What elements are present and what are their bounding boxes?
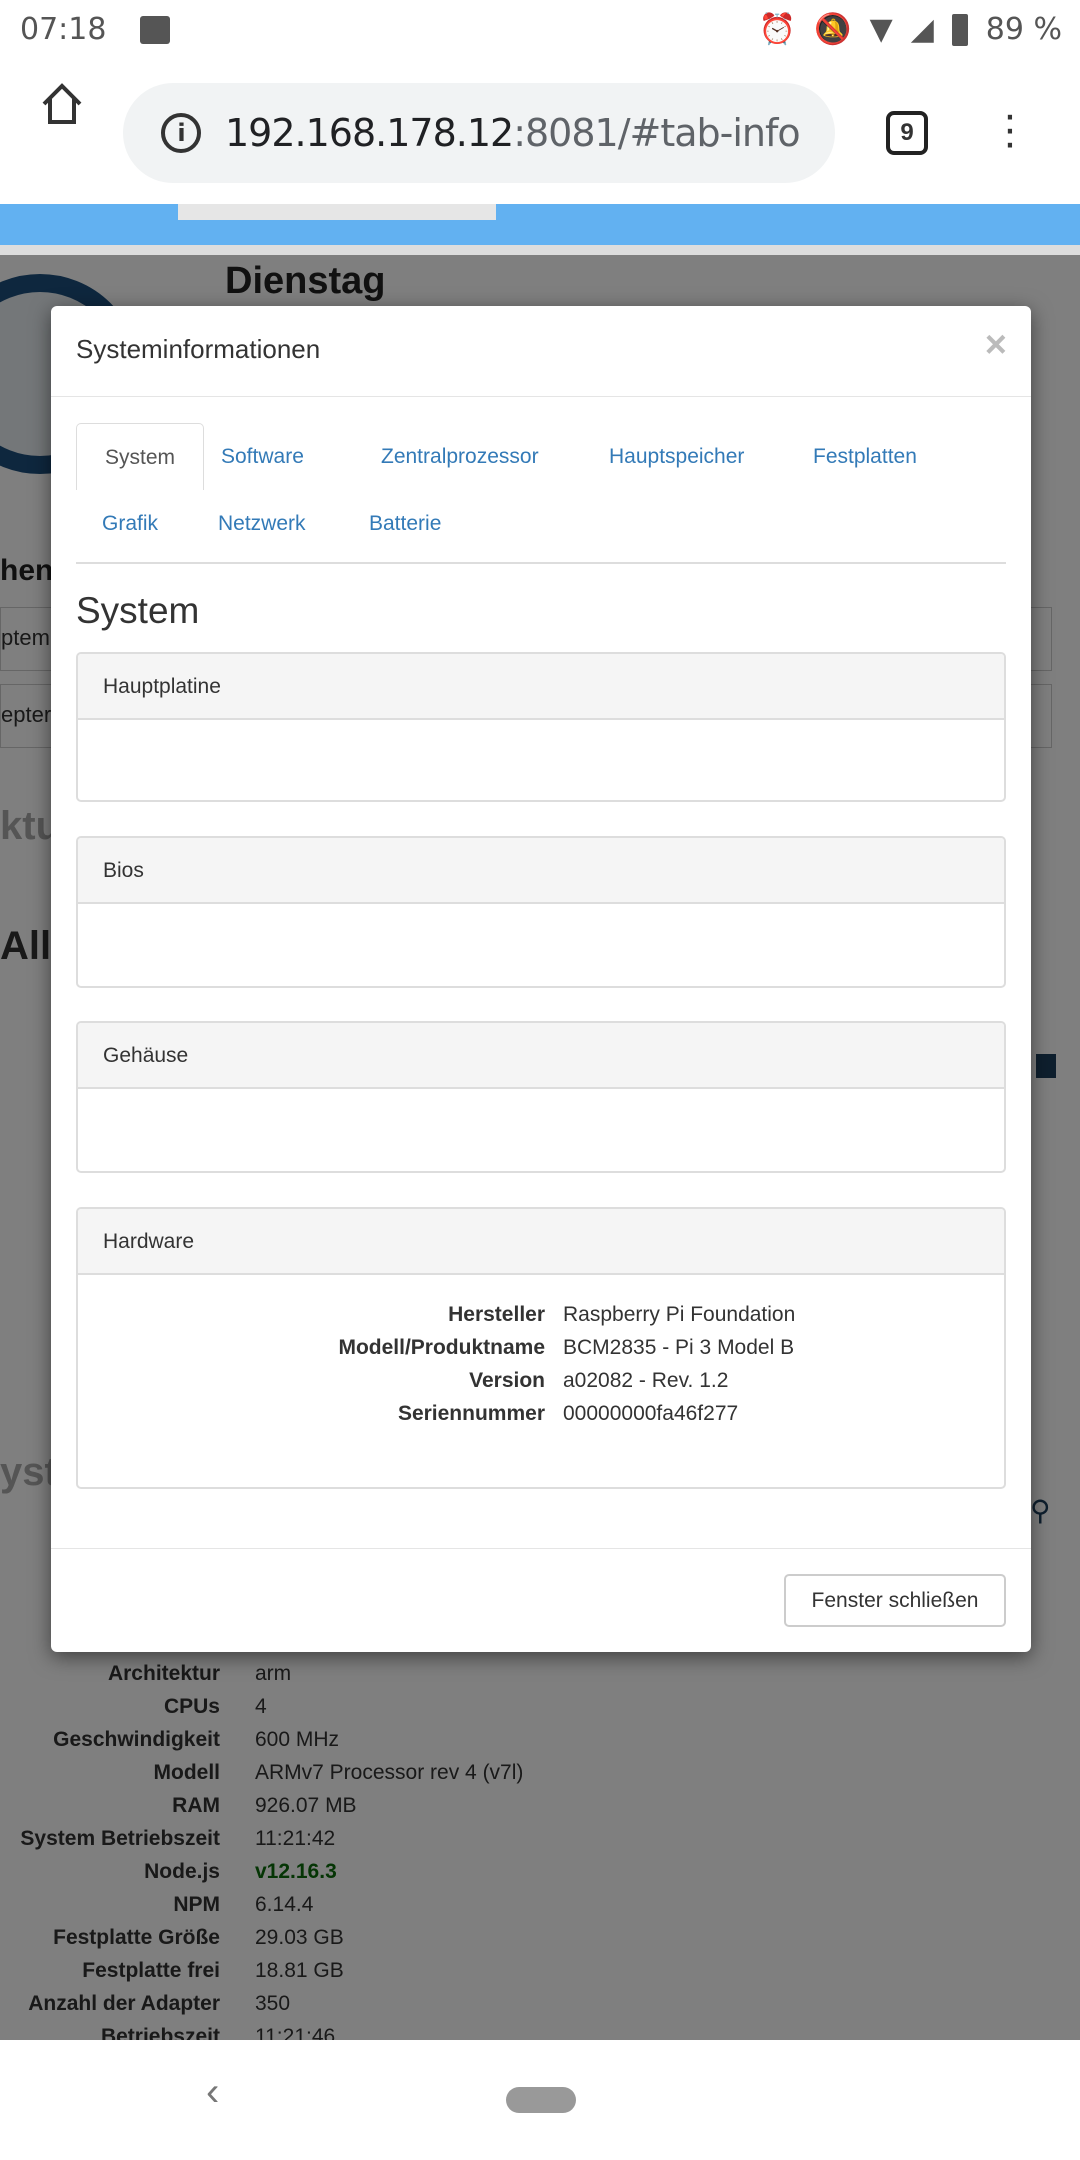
- tab-festplatten[interactable]: Festplatten: [813, 423, 917, 490]
- section-heading: System: [76, 590, 200, 631]
- tab-software[interactable]: Software: [221, 423, 304, 490]
- browser-toolbar: i 192.168.178.12:8081/#tab-info 9 · · ·: [0, 62, 1080, 204]
- clock: 07:18: [20, 12, 107, 47]
- panel-title: Gehäuse: [78, 1023, 1004, 1089]
- tab-bar: System Software Zentralprozessor Hauptsp…: [76, 423, 1006, 564]
- dialog-title: Systeminformationen: [76, 334, 321, 364]
- hardware-label: Hersteller: [448, 1303, 545, 1326]
- hardware-value: a02082 - Rev. 1.2: [563, 1369, 729, 1392]
- panel-bios: Bios: [76, 836, 1006, 988]
- hardware-value: BCM2835 - Pi 3 Model B: [563, 1336, 795, 1359]
- battery-level: 89 %: [985, 12, 1062, 47]
- app-header: [0, 204, 1080, 245]
- signal-icon: ◢: [910, 12, 934, 47]
- tab-hauptspeicher[interactable]: Hauptspeicher: [609, 423, 744, 490]
- tab-netzwerk[interactable]: Netzwerk: [218, 490, 306, 557]
- alarm-icon: ⏰: [758, 12, 797, 47]
- menu-icon[interactable]: · · ·: [1000, 93, 1020, 165]
- image-icon: [140, 16, 170, 44]
- tab-grafik[interactable]: Grafik: [102, 490, 158, 557]
- close-icon[interactable]: ×: [985, 324, 1007, 367]
- hardware-label: Version: [469, 1369, 545, 1392]
- tab-batterie[interactable]: Batterie: [369, 490, 441, 557]
- hardware-label: Modell/Produktname: [338, 1336, 545, 1359]
- panel-gehaeuse: Gehäuse: [76, 1021, 1006, 1173]
- hardware-value: Raspberry Pi Foundation: [563, 1303, 796, 1326]
- panel-title: Hauptplatine: [78, 654, 1004, 720]
- bell-off-icon: 🔕: [814, 12, 852, 47]
- hardware-row: Hersteller Raspberry Pi Foundation: [78, 1303, 978, 1336]
- panel-title: Bios: [78, 838, 1004, 904]
- hardware-row: Modell/Produktname BCM2835 - Pi 3 Model B: [78, 1336, 978, 1369]
- wifi-icon: ▼: [869, 12, 893, 47]
- home-icon[interactable]: [38, 80, 86, 128]
- close-window-button[interactable]: Fenster schließen: [784, 1574, 1006, 1627]
- header-logo-box: [178, 204, 496, 220]
- back-icon[interactable]: ‹: [206, 2070, 219, 2115]
- hardware-value: 00000000fa46f277: [563, 1402, 739, 1425]
- navigation-bar: ‹: [0, 2040, 1080, 2160]
- home-pill[interactable]: [506, 2087, 576, 2113]
- hardware-label: Seriennummer: [397, 1402, 545, 1425]
- systeminfo-dialog: Systeminformationen × System Software Zen…: [51, 306, 1031, 1652]
- tab-zentralprozessor[interactable]: Zentralprozessor: [381, 423, 539, 490]
- hardware-row: Seriennummer 00000000fa46f277: [78, 1402, 978, 1435]
- panel-hauptplatine: Hauptplatine: [76, 652, 1006, 802]
- url-path: :8081/#tab-info: [513, 111, 800, 155]
- url-bar[interactable]: i 192.168.178.12:8081/#tab-info: [123, 83, 835, 183]
- panel-title: Hardware: [78, 1209, 1004, 1275]
- status-bar: 07:18 ⏰ 🔕 ▼ ◢ 89 %: [0, 0, 1080, 62]
- hardware-row: Version a02082 - Rev. 1.2: [78, 1369, 978, 1402]
- info-icon[interactable]: i: [161, 113, 201, 153]
- tab-system[interactable]: System: [76, 423, 204, 490]
- url-host: 192.168.178.12: [225, 111, 514, 155]
- panel-hardware: Hardware Hersteller Raspberry Pi Foundati…: [76, 1207, 1006, 1489]
- battery-icon: [951, 13, 968, 46]
- tab-switcher-button[interactable]: 9: [886, 111, 928, 155]
